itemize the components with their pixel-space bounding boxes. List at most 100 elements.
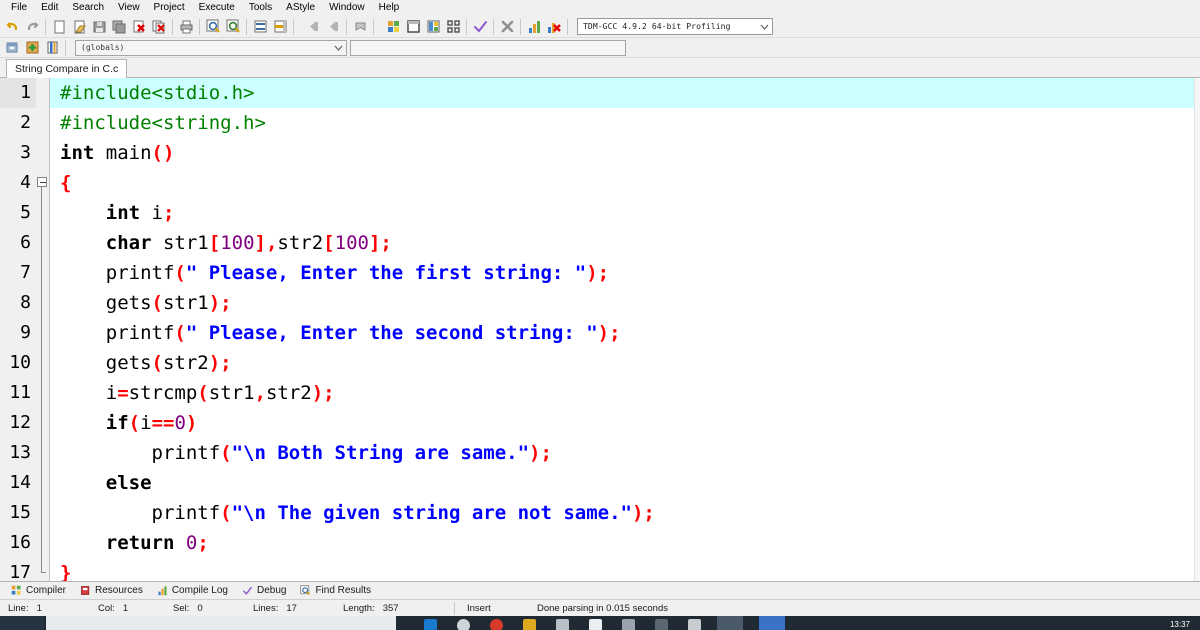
new-project-button[interactable] — [2, 38, 22, 58]
compiler-select[interactable]: TDM-GCC 4.9.2 64-bit Profiling — [577, 18, 773, 35]
code-line[interactable]: 5 int i; — [0, 198, 1194, 229]
code-text[interactable]: int i; — [50, 198, 1194, 228]
taskbar-window-2[interactable] — [759, 616, 785, 630]
code-text[interactable]: i=strcmp(str1,str2); — [50, 378, 1194, 408]
editor-vertical-scrollbar[interactable] — [1194, 78, 1200, 581]
menu-item-view[interactable]: View — [111, 0, 147, 16]
code-text[interactable]: gets(str1); — [50, 288, 1194, 318]
fold-margin[interactable] — [36, 498, 50, 529]
taskbar-search-box[interactable] — [46, 616, 396, 630]
taskbar-icon-7[interactable] — [622, 619, 635, 630]
taskbar-icon-3[interactable] — [490, 619, 503, 630]
code-line[interactable]: 13 printf("\n Both String are same."); — [0, 438, 1194, 469]
code-text[interactable]: gets(str2); — [50, 348, 1194, 378]
toggle-bookmark-button[interactable] — [350, 17, 370, 37]
taskbar-icon-1[interactable] — [424, 619, 437, 630]
menu-item-project[interactable]: Project — [147, 0, 192, 16]
code-line[interactable]: 16 return 0; — [0, 528, 1194, 559]
symbol-select[interactable] — [350, 39, 626, 56]
taskbar-icon-6[interactable] — [589, 619, 602, 630]
fold-margin[interactable] — [36, 528, 50, 559]
project-options-button[interactable] — [42, 38, 62, 58]
menu-item-window[interactable]: Window — [322, 0, 372, 16]
code-line[interactable]: 1 #include<stdio.h> — [0, 78, 1194, 108]
code-text[interactable]: #include<stdio.h> — [50, 78, 1194, 108]
menu-item-astyle[interactable]: AStyle — [279, 0, 322, 16]
tile-button[interactable] — [423, 17, 443, 37]
compile-button[interactable] — [470, 17, 490, 37]
find-button[interactable] — [203, 17, 223, 37]
code-editor[interactable]: 1 #include<stdio.h> 2 #include<string.h> 3 in… — [0, 78, 1194, 581]
code-text[interactable]: return 0; — [50, 528, 1194, 558]
code-line[interactable]: 7 printf(" Please, Enter the first strin… — [0, 258, 1194, 289]
code-text[interactable]: char str1[100],str2[100]; — [50, 228, 1194, 258]
code-line[interactable]: 4{ — [0, 168, 1194, 199]
fold-margin[interactable] — [36, 318, 50, 349]
fold-margin[interactable] — [36, 168, 50, 199]
tab-string-compare-in-c[interactable]: String Compare in C.c — [6, 59, 128, 78]
taskbar-icon-8[interactable] — [655, 619, 668, 630]
fold-margin[interactable] — [36, 378, 50, 409]
undo-button[interactable] — [2, 17, 22, 37]
print-button[interactable] — [176, 17, 196, 37]
bottom-tab-find-results[interactable]: Find Results — [293, 582, 378, 600]
menu-item-execute[interactable]: Execute — [192, 0, 242, 16]
goto-line-button[interactable] — [270, 17, 290, 37]
fold-margin[interactable] — [36, 228, 50, 259]
menu-item-search[interactable]: Search — [65, 0, 111, 16]
code-text[interactable]: } — [50, 558, 1194, 581]
project-view-button[interactable] — [383, 17, 403, 37]
close-file-button[interactable] — [129, 17, 149, 37]
taskbar-clock[interactable]: 13:37 — [1170, 620, 1190, 629]
code-text[interactable]: int main() — [50, 138, 1194, 168]
code-text[interactable]: printf("\n The given string are not same… — [50, 498, 1194, 528]
back-button[interactable] — [303, 17, 323, 37]
code-text[interactable]: { — [50, 168, 1194, 198]
bottom-tab-debug[interactable]: Debug — [235, 582, 293, 600]
menu-item-help[interactable]: Help — [372, 0, 407, 16]
code-line[interactable]: 2 #include<string.h> — [0, 108, 1194, 138]
open-file-button[interactable] — [69, 17, 89, 37]
code-text[interactable]: printf(" Please, Enter the first string:… — [50, 258, 1194, 288]
bottom-tab-compile-log[interactable]: Compile Log — [150, 582, 235, 600]
bottom-tab-compiler[interactable]: Compiler — [4, 582, 73, 600]
menu-item-edit[interactable]: Edit — [34, 0, 65, 16]
bottom-tab-resources[interactable]: Resources — [73, 582, 150, 600]
close-all-button[interactable] — [149, 17, 169, 37]
menu-item-file[interactable]: File — [4, 0, 34, 16]
save-all-button[interactable] — [109, 17, 129, 37]
code-line[interactable]: 10 gets(str2); — [0, 348, 1194, 379]
code-line[interactable]: 15 printf("\n The given string are not s… — [0, 498, 1194, 529]
fold-margin[interactable] — [36, 438, 50, 469]
code-line[interactable]: 11 i=strcmp(str1,str2); — [0, 378, 1194, 409]
find-next-button[interactable] — [223, 17, 243, 37]
profile-button[interactable] — [524, 17, 544, 37]
delete-profile-button[interactable] — [544, 17, 564, 37]
fold-margin[interactable] — [36, 468, 50, 499]
fold-collapse-icon[interactable] — [37, 177, 47, 187]
fold-margin[interactable] — [36, 258, 50, 289]
taskbar-icon-9[interactable] — [688, 619, 701, 630]
tile-grid-button[interactable] — [443, 17, 463, 37]
fold-margin[interactable] — [36, 198, 50, 229]
fold-margin[interactable] — [36, 108, 50, 138]
code-line[interactable]: 3 int main() — [0, 138, 1194, 168]
code-text[interactable]: else — [50, 468, 1194, 498]
code-text[interactable]: printf(" Please, Enter the second string… — [50, 318, 1194, 348]
fold-margin[interactable] — [36, 558, 50, 581]
code-line[interactable]: 12 if(i==0) — [0, 408, 1194, 439]
taskbar-icon-4[interactable] — [523, 619, 536, 630]
code-line[interactable]: 6 char str1[100],str2[100]; — [0, 228, 1194, 259]
code-text[interactable]: printf("\n Both String are same."); — [50, 438, 1194, 468]
taskbar-icon-5[interactable] — [556, 619, 569, 630]
code-line[interactable]: 9 printf(" Please, Enter the second stri… — [0, 318, 1194, 349]
taskbar-icon-2[interactable] — [457, 619, 470, 630]
code-text[interactable]: if(i==0) — [50, 408, 1194, 438]
save-button[interactable] — [89, 17, 109, 37]
new-file-button[interactable] — [49, 17, 69, 37]
add-to-project-button[interactable] — [22, 38, 42, 58]
fold-margin[interactable] — [36, 408, 50, 439]
code-line[interactable]: 8 gets(str1); — [0, 288, 1194, 319]
menu-item-tools[interactable]: Tools — [242, 0, 279, 16]
stop-button[interactable] — [497, 17, 517, 37]
